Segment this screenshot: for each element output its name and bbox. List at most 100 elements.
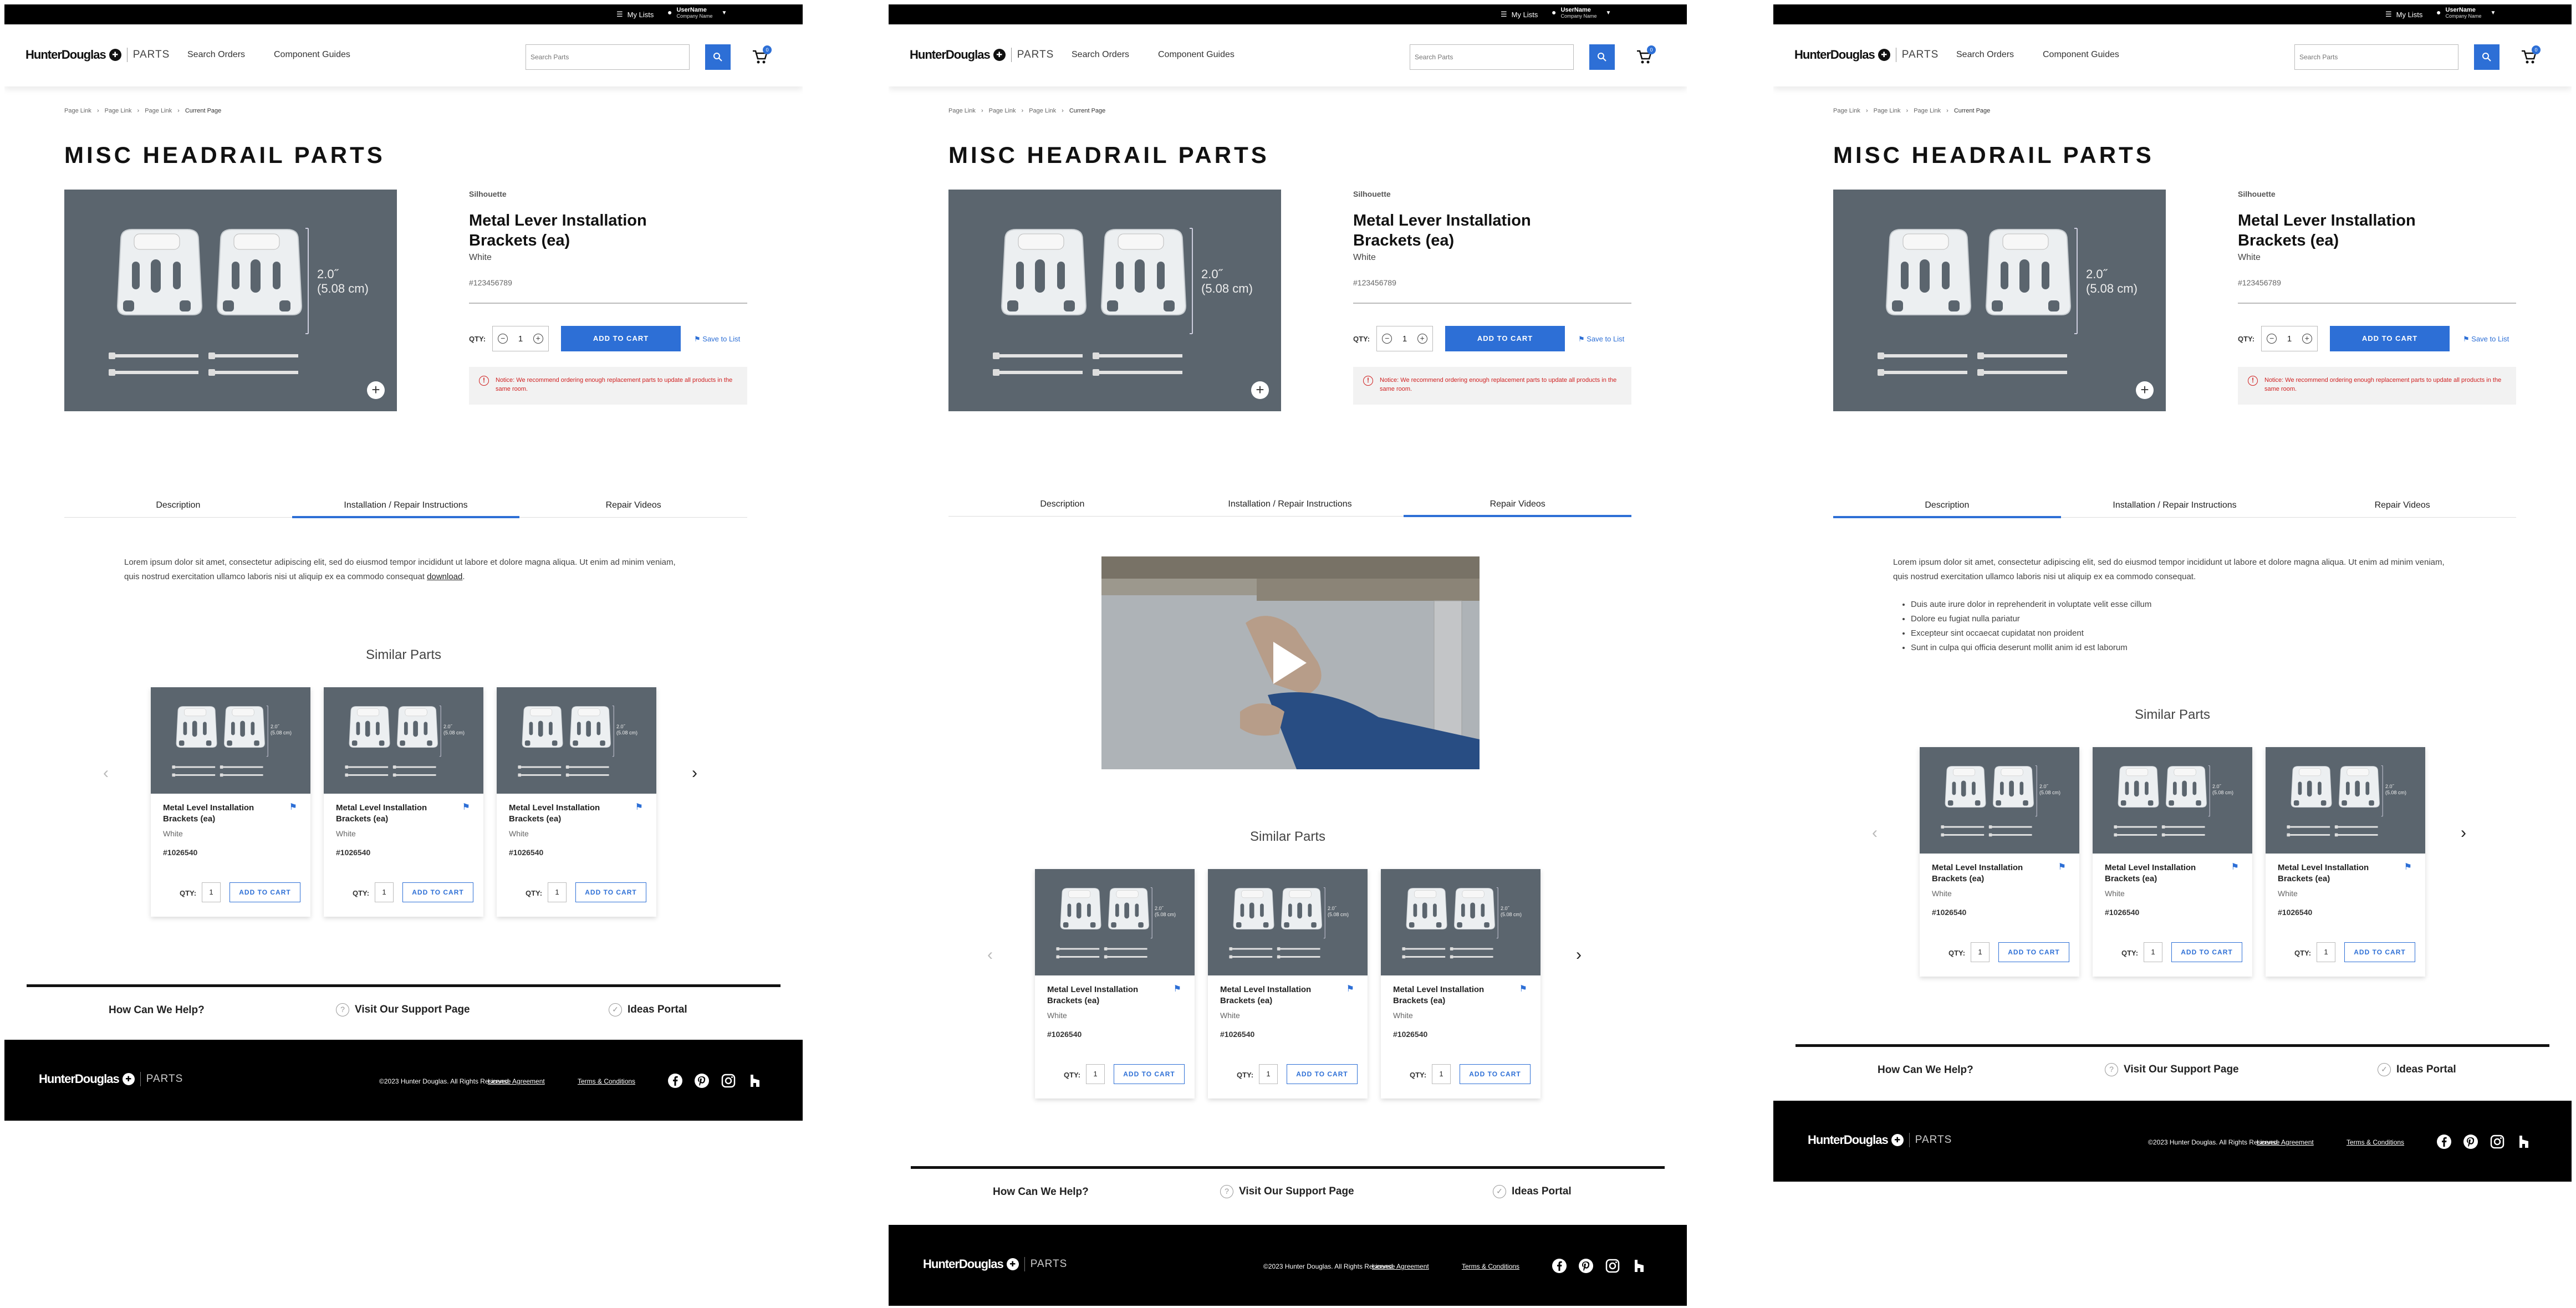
- instagram-icon[interactable]: [2490, 1134, 2505, 1149]
- instagram-icon[interactable]: [1605, 1258, 1620, 1274]
- carousel-next-icon[interactable]: ›: [1576, 947, 1582, 963]
- tab-description[interactable]: Description: [64, 493, 292, 517]
- bookmark-icon[interactable]: ⚑: [1519, 983, 1527, 994]
- tab-description[interactable]: Description: [948, 492, 1176, 516]
- user-menu[interactable]: ● UserName Company Name ▼: [667, 7, 727, 19]
- search-button[interactable]: [1589, 44, 1615, 70]
- qty-input[interactable]: 1: [202, 882, 221, 902]
- facebook-icon[interactable]: [1552, 1258, 1567, 1274]
- ideas-portal-link[interactable]: ✓ Ideas Portal: [1493, 1185, 1572, 1198]
- qty-value[interactable]: 1: [2287, 334, 2292, 344]
- brand-logo[interactable]: HunterDouglas ✚ PARTS: [1794, 48, 1939, 62]
- qty-input[interactable]: 1: [548, 882, 567, 902]
- breadcrumb-link[interactable]: Page Link: [1914, 108, 1941, 114]
- terms-link[interactable]: Terms & Conditions: [578, 1077, 635, 1085]
- save-to-list-button[interactable]: ⚑ Save to List: [1578, 335, 1624, 344]
- similar-part-card[interactable]: 2.0˝ (5.08 cm) ⚑ Metal Level Installation B…: [2093, 747, 2252, 977]
- tab-description[interactable]: Description: [1833, 493, 2061, 518]
- facebook-icon[interactable]: [2436, 1134, 2452, 1149]
- add-to-cart-button[interactable]: ADD TO CART: [575, 882, 646, 902]
- license-link[interactable]: License Agreement: [1372, 1263, 1429, 1270]
- add-to-cart-button[interactable]: ADD TO CART: [229, 882, 300, 902]
- houzz-icon[interactable]: [2516, 1134, 2532, 1149]
- tab-installation[interactable]: Installation / Repair Instructions: [2061, 493, 2289, 517]
- similar-part-card[interactable]: 2.0˝ (5.08 cm) ⚑ Metal Level Installation B…: [497, 687, 656, 917]
- nav-component-guides[interactable]: Component Guides: [1158, 50, 1235, 60]
- carousel-prev-icon[interactable]: ‹: [103, 765, 109, 781]
- cart-button[interactable]: 0: [2521, 45, 2541, 69]
- footer-logo[interactable]: HunterDouglas ✚ PARTS: [39, 1072, 183, 1086]
- similar-part-card[interactable]: 2.0˝ (5.08 cm) ⚑ Metal Level Installation B…: [1208, 869, 1368, 1098]
- license-link[interactable]: License Agreement: [2257, 1138, 2314, 1146]
- download-link[interactable]: download: [427, 572, 462, 581]
- facebook-icon[interactable]: [667, 1073, 683, 1089]
- breadcrumb-link[interactable]: Page Link: [1833, 108, 1860, 114]
- add-to-cart-button[interactable]: ADD TO CART: [1114, 1064, 1185, 1084]
- bookmark-icon[interactable]: ⚑: [1346, 983, 1354, 994]
- plus-icon[interactable]: +: [533, 334, 543, 344]
- carousel-next-icon[interactable]: ›: [2461, 825, 2466, 841]
- pinterest-icon[interactable]: [1578, 1258, 1594, 1274]
- add-to-cart-button[interactable]: ADD TO CART: [2330, 326, 2450, 351]
- save-to-list-button[interactable]: ⚑ Save to List: [2463, 335, 2509, 344]
- add-to-cart-button[interactable]: ADD TO CART: [2344, 942, 2415, 962]
- bookmark-icon[interactable]: ⚑: [289, 801, 297, 813]
- pinterest-icon[interactable]: [2463, 1134, 2478, 1149]
- cart-button[interactable]: 0: [1636, 45, 1656, 69]
- brand-logo[interactable]: HunterDouglas ✚ PARTS: [910, 48, 1054, 62]
- tab-installation[interactable]: Installation / Repair Instructions: [1176, 492, 1404, 516]
- carousel-prev-icon[interactable]: ‹: [1872, 825, 1878, 841]
- add-to-cart-button[interactable]: ADD TO CART: [2171, 942, 2242, 962]
- tab-installation[interactable]: Installation / Repair Instructions: [292, 493, 520, 518]
- bookmark-icon[interactable]: ⚑: [1174, 983, 1181, 994]
- repair-video-player[interactable]: [1101, 556, 1480, 769]
- minus-icon[interactable]: −: [1382, 334, 1392, 344]
- zoom-plus-icon[interactable]: +: [367, 381, 385, 399]
- ideas-portal-link[interactable]: ✓ Ideas Portal: [609, 1003, 687, 1016]
- plus-icon[interactable]: +: [1417, 334, 1427, 344]
- brand-logo[interactable]: HunterDouglas ✚ PARTS: [25, 48, 170, 62]
- nav-search-orders[interactable]: Search Orders: [1956, 50, 2014, 60]
- add-to-cart-button[interactable]: ADD TO CART: [402, 882, 473, 902]
- search-input[interactable]: [1410, 45, 1573, 69]
- pinterest-icon[interactable]: [694, 1073, 710, 1089]
- ideas-portal-link[interactable]: ✓ Ideas Portal: [2378, 1063, 2456, 1076]
- search-button[interactable]: [705, 44, 731, 70]
- my-lists-link[interactable]: ☰ My Lists: [616, 10, 654, 19]
- qty-input[interactable]: 1: [2317, 942, 2335, 962]
- nav-search-orders[interactable]: Search Orders: [1072, 50, 1129, 60]
- similar-part-card[interactable]: 2.0˝ (5.08 cm) ⚑ Metal Level Installation B…: [1920, 747, 2079, 977]
- bookmark-icon[interactable]: ⚑: [635, 801, 643, 813]
- tab-repair-videos[interactable]: Repair Videos: [1404, 492, 1631, 517]
- search-input[interactable]: [526, 45, 689, 69]
- support-page-link[interactable]: ? Visit Our Support Page: [1220, 1185, 1354, 1198]
- instagram-icon[interactable]: [721, 1073, 736, 1089]
- qty-input[interactable]: 1: [1432, 1064, 1451, 1084]
- carousel-prev-icon[interactable]: ‹: [987, 947, 993, 963]
- tab-repair-videos[interactable]: Repair Videos: [519, 493, 747, 517]
- breadcrumb-link[interactable]: Page Link: [948, 108, 976, 114]
- nav-component-guides[interactable]: Component Guides: [274, 50, 350, 60]
- zoom-plus-icon[interactable]: +: [1251, 381, 1269, 399]
- nav-component-guides[interactable]: Component Guides: [2043, 50, 2119, 60]
- terms-link[interactable]: Terms & Conditions: [1462, 1263, 1519, 1270]
- zoom-plus-icon[interactable]: +: [2136, 381, 2154, 399]
- breadcrumb-link[interactable]: Page Link: [145, 108, 172, 114]
- breadcrumb-link[interactable]: Page Link: [989, 108, 1016, 114]
- qty-input[interactable]: 1: [2144, 942, 2162, 962]
- add-to-cart-button[interactable]: ADD TO CART: [1460, 1064, 1531, 1084]
- qty-input[interactable]: 1: [375, 882, 394, 902]
- carousel-next-icon[interactable]: ›: [692, 765, 697, 781]
- search-input[interactable]: [2295, 45, 2458, 69]
- houzz-icon[interactable]: [747, 1073, 763, 1089]
- qty-input[interactable]: 1: [1971, 942, 1990, 962]
- qty-input[interactable]: 1: [1259, 1064, 1278, 1084]
- bookmark-icon[interactable]: ⚑: [462, 801, 470, 813]
- my-lists-link[interactable]: ☰ My Lists: [1501, 10, 1538, 19]
- qty-value[interactable]: 1: [1402, 334, 1407, 344]
- user-menu[interactable]: ● UserName Company Name ▼: [2436, 7, 2496, 19]
- breadcrumb-link[interactable]: Page Link: [1874, 108, 1901, 114]
- add-to-cart-button[interactable]: ADD TO CART: [561, 326, 681, 351]
- qty-input[interactable]: 1: [1086, 1064, 1105, 1084]
- minus-icon[interactable]: −: [498, 334, 508, 344]
